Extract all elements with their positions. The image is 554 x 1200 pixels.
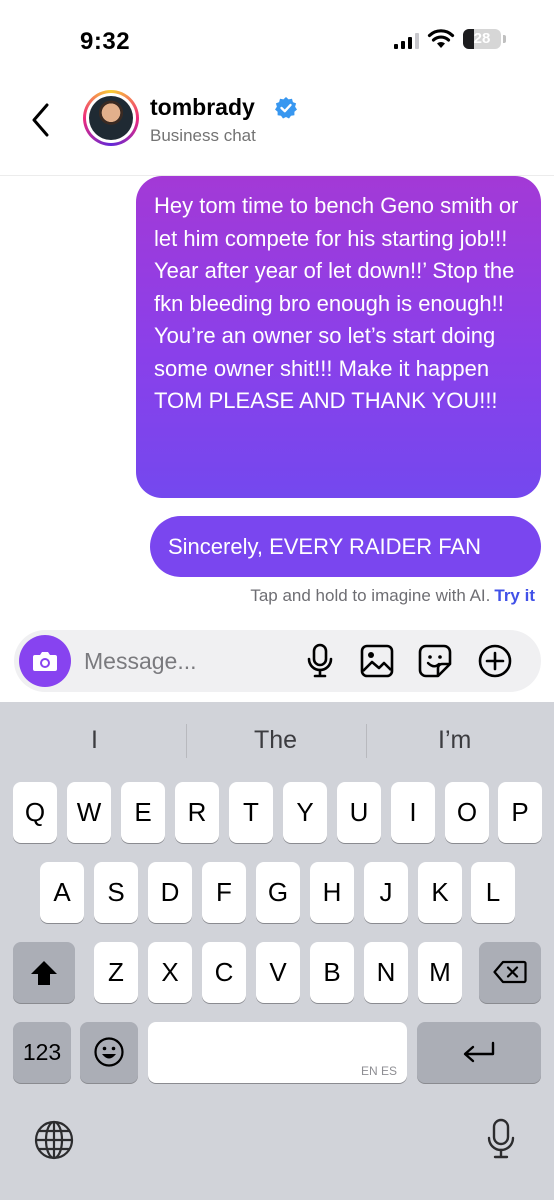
key-s[interactable]: S (94, 862, 138, 923)
key-r[interactable]: R (175, 782, 219, 843)
key-a[interactable]: A (40, 862, 84, 923)
key-m[interactable]: M (418, 942, 462, 1003)
sticker-icon[interactable] (418, 644, 452, 678)
shift-icon (31, 961, 57, 985)
camera-icon (33, 652, 57, 671)
contact-name[interactable]: tombrady (150, 94, 255, 121)
return-key[interactable] (417, 1022, 541, 1083)
emoji-icon (94, 1037, 124, 1067)
status-bar: 9:32 28 (0, 0, 554, 80)
microphone-icon[interactable] (306, 643, 334, 679)
key-n[interactable]: N (364, 942, 408, 1003)
suggestion-divider (186, 724, 187, 758)
suggestion[interactable]: I’m (438, 726, 471, 755)
shift-key[interactable] (13, 942, 75, 1003)
battery-icon: 28 (463, 29, 501, 49)
suggestion[interactable]: The (254, 726, 297, 755)
key-f[interactable]: F (202, 862, 246, 923)
key-w[interactable]: W (67, 782, 111, 843)
add-icon[interactable] (478, 644, 512, 678)
key-c[interactable]: C (202, 942, 246, 1003)
key-u[interactable]: U (337, 782, 381, 843)
emoji-key[interactable] (80, 1022, 138, 1083)
try-it-link[interactable]: Try it (494, 586, 535, 605)
back-chevron-icon[interactable] (30, 102, 52, 138)
ai-hint: Tap and hold to imagine with AI. Try it (250, 586, 535, 606)
key-z[interactable]: Z (94, 942, 138, 1003)
suggestion-divider (366, 724, 367, 758)
gallery-icon[interactable] (360, 644, 394, 678)
key-y[interactable]: Y (283, 782, 327, 843)
key-b[interactable]: B (310, 942, 354, 1003)
keyboard: I The I’m Q W E R T Y U I O P A S D F G … (0, 702, 554, 1200)
key-q[interactable]: Q (13, 782, 57, 843)
chat-subtitle: Business chat (150, 126, 256, 145)
numbers-key[interactable]: 123 (13, 1022, 71, 1083)
status-time: 9:32 (80, 28, 131, 55)
key-h[interactable]: H (310, 862, 354, 923)
globe-icon[interactable] (34, 1120, 74, 1160)
message-bubble[interactable]: Hey tom time to bench Geno smith or let … (136, 176, 541, 498)
delete-key[interactable] (479, 942, 541, 1003)
ai-hint-text: Tap and hold to imagine with AI. (250, 586, 491, 605)
key-k[interactable]: K (418, 862, 462, 923)
key-i[interactable]: I (391, 782, 435, 843)
message-bubble[interactable]: Sincerely, EVERY RAIDER FAN (150, 516, 541, 577)
key-p[interactable]: P (498, 782, 542, 843)
key-l[interactable]: L (471, 862, 515, 923)
key-x[interactable]: X (148, 942, 192, 1003)
avatar[interactable] (83, 90, 139, 146)
key-o[interactable]: O (445, 782, 489, 843)
message-composer (14, 630, 541, 692)
space-language-label: EN ES (360, 1064, 397, 1078)
key-t[interactable]: T (229, 782, 273, 843)
battery-level: 28 (473, 30, 491, 47)
key-v[interactable]: V (256, 942, 300, 1003)
wifi-icon (427, 29, 455, 48)
key-e[interactable]: E (121, 782, 165, 843)
key-d[interactable]: D (148, 862, 192, 923)
message-input[interactable] (84, 646, 284, 676)
key-j[interactable]: J (364, 862, 408, 923)
verified-badge-icon (275, 97, 297, 119)
dictation-icon[interactable] (487, 1118, 515, 1160)
suggestion[interactable]: I (91, 726, 98, 755)
chat-header: tombrady Business chat (0, 80, 554, 176)
delete-icon (493, 960, 527, 984)
return-icon (463, 1041, 495, 1063)
key-g[interactable]: G (256, 862, 300, 923)
signal-icon (394, 33, 419, 49)
battery-tip (503, 35, 506, 43)
camera-button[interactable] (19, 635, 71, 687)
space-key[interactable]: EN ES (148, 1022, 407, 1083)
